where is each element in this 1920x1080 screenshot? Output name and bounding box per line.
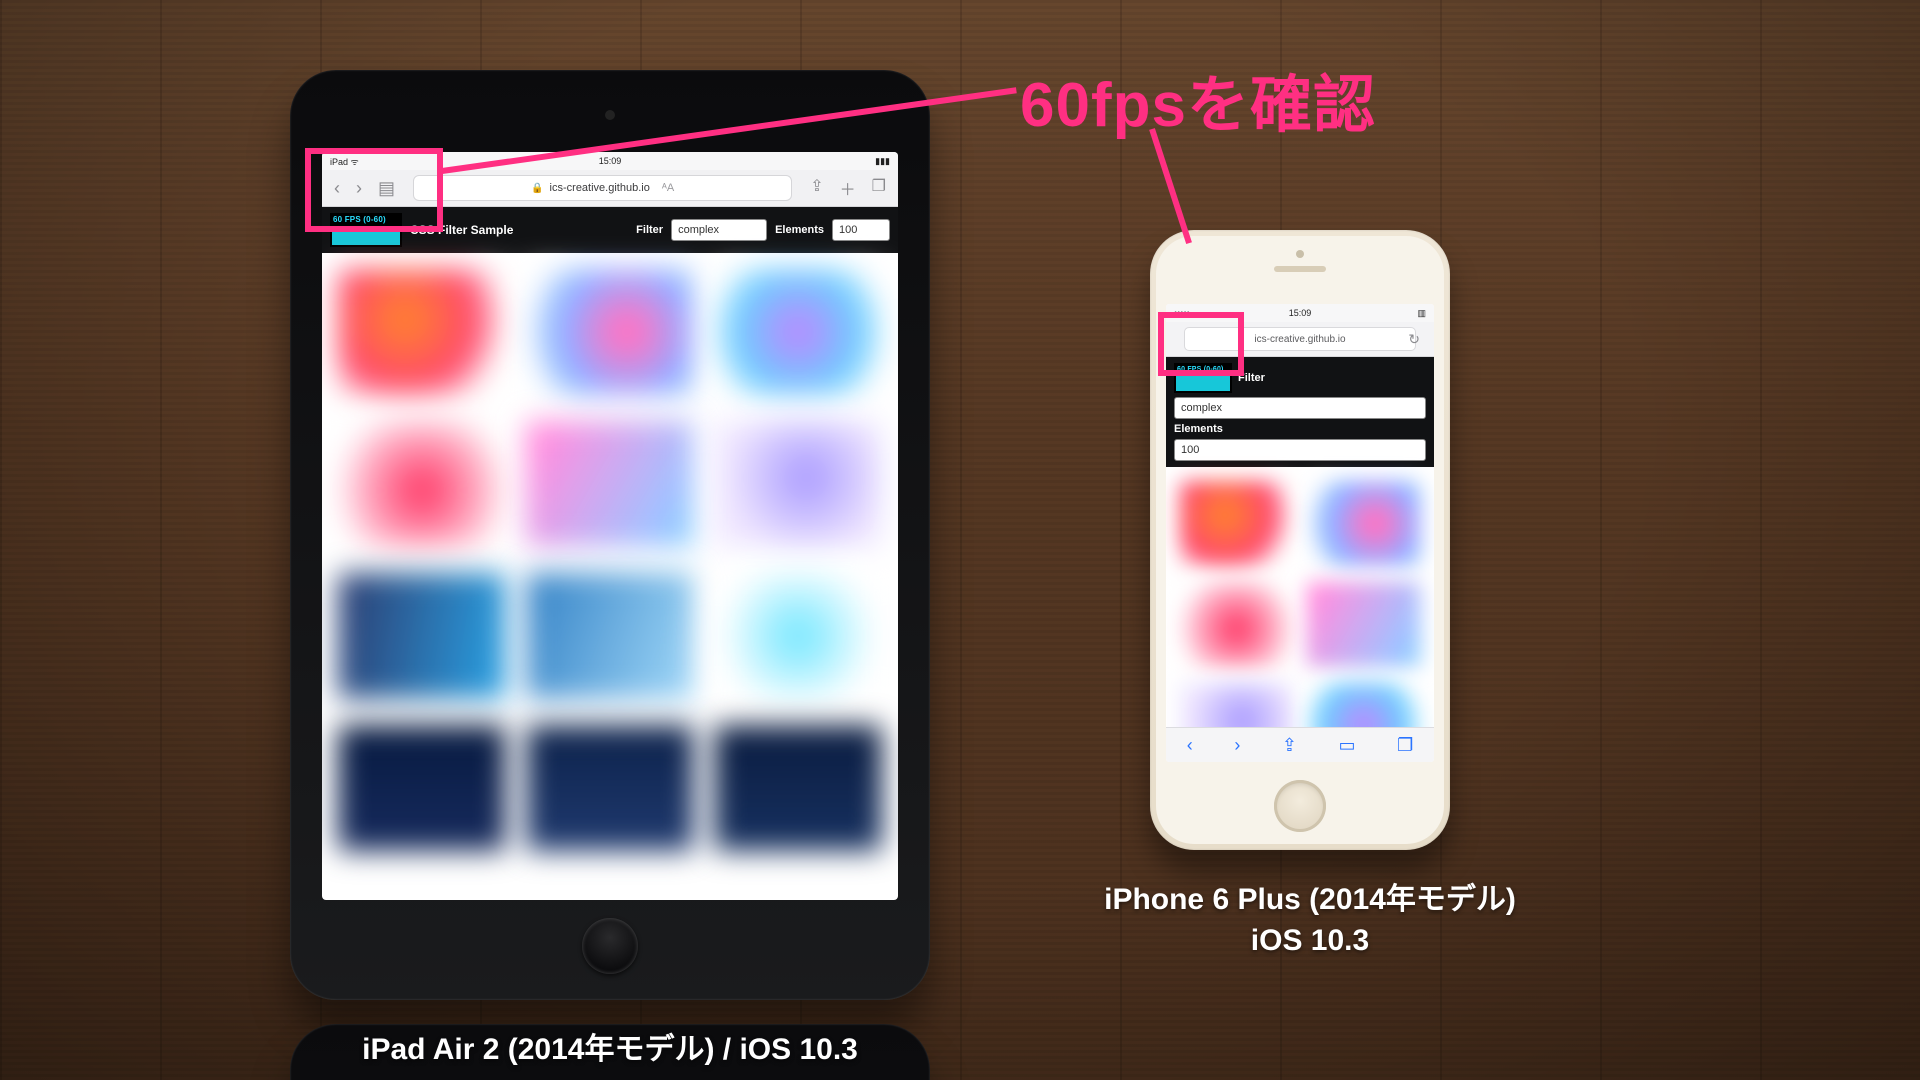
toolbar-right: ⇪ ＋ ❐ — [810, 176, 886, 200]
thumbnail — [1307, 481, 1420, 566]
vignette — [0, 0, 1920, 1080]
caption-iphone-line2: iOS 10.3 — [1251, 924, 1369, 957]
caption-iphone-line1: iPhone 6 Plus (2014年モデル) — [1104, 883, 1516, 916]
photo-stage: iPad ᯤ 15:09 ▮▮▮ ‹ › ▤ 🔒 ics-creative.gi… — [0, 0, 1920, 1080]
iphone-speaker — [1274, 266, 1326, 272]
thumbnail — [714, 269, 882, 395]
elements-input[interactable] — [1174, 439, 1426, 461]
filter-select[interactable] — [671, 219, 767, 241]
thumbnail — [714, 725, 882, 851]
caption-iphone: iPhone 6 Plus (2014年モデル) iOS 10.3 — [1060, 880, 1560, 961]
thumbnail — [1180, 481, 1293, 566]
lock-icon: 🔒 — [531, 183, 543, 194]
thumbnail — [526, 269, 694, 395]
forward-icon[interactable]: › — [1234, 735, 1240, 756]
thumbnail — [338, 269, 506, 395]
thumbnail — [714, 573, 882, 699]
battery-icon: ▥ — [1417, 308, 1426, 319]
back-icon[interactable]: ‹ — [1187, 735, 1193, 756]
elements-input[interactable] — [832, 219, 890, 241]
share-icon[interactable]: ⇪ — [1282, 735, 1297, 756]
thumbnail — [526, 421, 694, 547]
highlight-box-iphone-fps — [1158, 312, 1244, 376]
thumbnail — [526, 573, 694, 699]
thumbnail — [338, 725, 506, 851]
address-bar[interactable]: 🔒 ics-creative.github.io ᴬA — [413, 175, 792, 201]
share-icon[interactable]: ⇪ — [810, 176, 823, 200]
ipad-screen: iPad ᯤ 15:09 ▮▮▮ ‹ › ▤ 🔒 ics-creative.gi… — [322, 152, 898, 900]
caption-ipad: iPad Air 2 (2014年モデル) / iOS 10.3 — [290, 1024, 930, 1080]
image-gallery — [322, 253, 898, 867]
safari-bottom-bar: ‹ › ⇪ ▭ ❐ — [1166, 727, 1434, 762]
filter-select[interactable] — [1174, 397, 1426, 419]
address-host: ics-creative.github.io — [1254, 334, 1345, 345]
thumbnail — [338, 421, 506, 547]
elements-label: Elements — [1174, 423, 1223, 435]
status-time: 15:09 — [599, 156, 622, 166]
thumbnail — [526, 725, 694, 851]
ipad-home-button[interactable] — [582, 918, 638, 974]
filter-label: Filter — [636, 224, 663, 236]
thumbnail — [1307, 582, 1420, 667]
iphone-home-button[interactable] — [1274, 780, 1326, 832]
thumbnail — [714, 421, 882, 547]
thumbnail — [338, 573, 506, 699]
fps-graph — [1176, 376, 1230, 391]
tabs-icon[interactable]: ❐ — [872, 176, 886, 200]
address-host: ics-creative.github.io — [550, 182, 650, 194]
tabs-icon[interactable]: ❐ — [1397, 735, 1413, 756]
image-gallery — [1166, 467, 1434, 762]
thumbnail — [1180, 582, 1293, 667]
new-tab-icon[interactable]: ＋ — [840, 176, 856, 200]
status-battery: ▮▮▮ — [875, 156, 890, 167]
reload-icon[interactable]: ↻ — [1408, 331, 1420, 348]
status-time: 15:09 — [1289, 308, 1312, 318]
ipad-front-camera — [605, 110, 615, 120]
elements-label: Elements — [775, 224, 824, 236]
bookmarks-icon[interactable]: ▭ — [1339, 735, 1356, 756]
callout-text: 60fpsを確認 — [1020, 54, 1376, 144]
reader-icon[interactable]: ᴬA — [662, 182, 674, 194]
highlight-box-ipad-fps — [305, 148, 443, 232]
iphone-front-camera — [1296, 250, 1304, 258]
